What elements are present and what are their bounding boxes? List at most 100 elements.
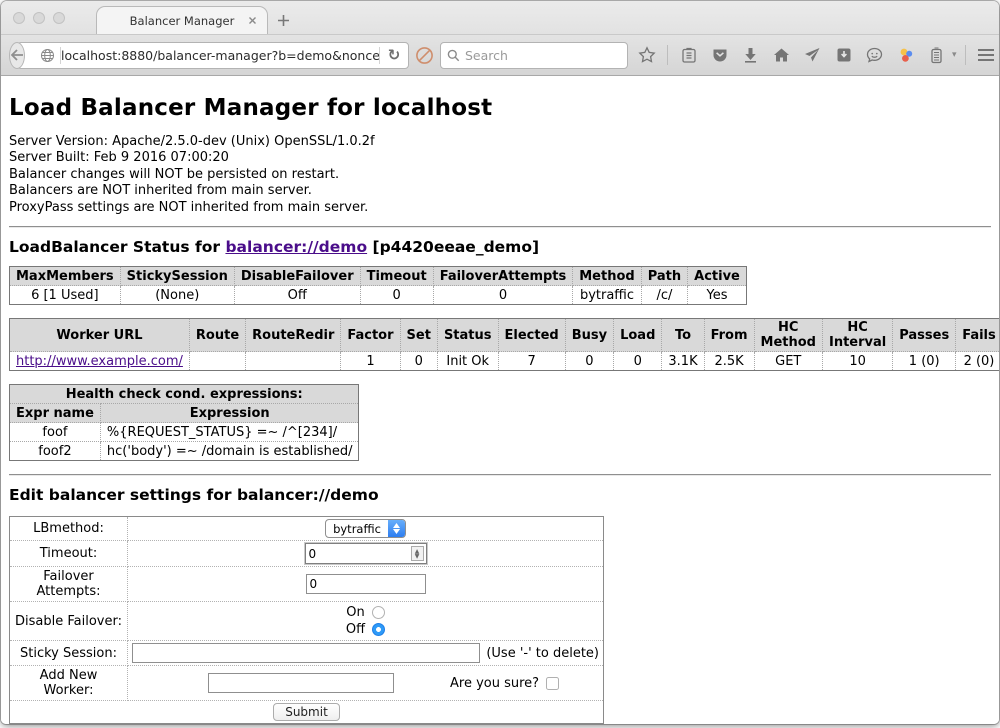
- cell-hc-interval: 10: [822, 352, 892, 371]
- col-method: Method: [573, 267, 641, 286]
- add-worker-row: Add New Worker: Are you sure?: [10, 666, 604, 701]
- dropdown-caret-icon[interactable]: ▾: [952, 50, 957, 60]
- new-tab-button[interactable]: [268, 7, 298, 33]
- cell-path: /c/: [641, 286, 687, 305]
- worker-table: Worker URL Route RouteRedir Factor Set S…: [9, 318, 999, 371]
- panel-download-icon[interactable]: [831, 43, 856, 68]
- divider: [9, 474, 991, 476]
- submit-row: Submit: [10, 701, 604, 724]
- back-button[interactable]: [9, 42, 25, 69]
- sticky-session-note: (Use '-' to delete): [486, 646, 599, 661]
- col-fails: Fails: [956, 319, 999, 352]
- cell-expression: hc('body') =~ /domain is established/: [100, 442, 359, 461]
- close-window-button[interactable]: [13, 12, 25, 24]
- globe-icon[interactable]: [34, 48, 60, 63]
- radio-on-label: On: [346, 605, 364, 620]
- edit-settings-heading: Edit balancer settings for balancer://de…: [9, 486, 991, 504]
- reading-list-icon[interactable]: [676, 43, 701, 68]
- tab-balancer-manager[interactable]: Balancer Manager: [96, 6, 268, 34]
- worker-url-link[interactable]: http://www.example.com/: [16, 354, 183, 369]
- cell-load: 0: [614, 352, 662, 371]
- sticky-session-input[interactable]: [132, 643, 480, 663]
- health-row: foof %{REQUEST_STATUS} =~ /^[234]/: [10, 423, 359, 442]
- balancer-settings-table: MaxMembers StickySession DisableFailover…: [9, 266, 747, 305]
- cell-busy: 0: [565, 352, 613, 371]
- search-icon: [447, 49, 460, 62]
- failover-attempts-input[interactable]: [306, 574, 426, 594]
- cell-active: Yes: [688, 286, 747, 305]
- col-timeout: Timeout: [360, 267, 433, 286]
- number-spinner-icon[interactable]: ▲▼: [411, 546, 424, 561]
- col-status: Status: [437, 319, 498, 352]
- table-header-row: Worker URL Route RouteRedir Factor Set S…: [10, 319, 1000, 352]
- zoom-window-button[interactable]: [53, 12, 65, 24]
- cell-expr-name: foof2: [10, 442, 101, 461]
- submit-button[interactable]: Submit: [273, 703, 340, 721]
- device-battery-icon[interactable]: [924, 43, 949, 68]
- cell-to: 3.1K: [662, 352, 704, 371]
- search-input[interactable]: [465, 48, 621, 63]
- minimize-window-button[interactable]: [33, 12, 45, 24]
- col-load: Load: [614, 319, 662, 352]
- cell-stickysession: (None): [120, 286, 234, 305]
- table-row: 6 [1 Used] (None) Off 0 0 bytraffic /c/ …: [10, 286, 747, 305]
- disable-failover-off-radio[interactable]: [372, 623, 385, 636]
- cell-status: Init Ok: [437, 352, 498, 371]
- search-bar[interactable]: [440, 42, 628, 69]
- lbmethod-select[interactable]: bytraffic: [325, 519, 406, 538]
- address-input[interactable]: [61, 48, 379, 63]
- sticky-session-label: Sticky Session:: [10, 641, 128, 666]
- extension-dots-icon[interactable]: [893, 43, 918, 68]
- col-route: Route: [189, 319, 245, 352]
- cell-route: [189, 352, 245, 371]
- col-stickysession: StickySession: [120, 267, 234, 286]
- reload-icon[interactable]: ↻: [380, 46, 408, 64]
- status-heading: LoadBalancer Status for balancer://demo …: [9, 238, 991, 256]
- cell-routeredir: [246, 352, 341, 371]
- col-to: To: [662, 319, 704, 352]
- col-maxmembers: MaxMembers: [10, 267, 121, 286]
- server-version-line: Server Version: Apache/2.5.0-dev (Unix) …: [9, 134, 991, 150]
- failover-attempts-label: Failover Attempts:: [10, 567, 128, 602]
- col-active: Active: [688, 267, 747, 286]
- cell-disablefailover: Off: [234, 286, 360, 305]
- health-check-table: Health check cond. expressions: Expr nam…: [9, 384, 359, 461]
- are-you-sure-checkbox[interactable]: [546, 677, 559, 690]
- worker-row: http://www.example.com/ 1 0 Init Ok 7 0 …: [10, 352, 1000, 371]
- window-controls: [13, 12, 65, 24]
- cell-set: 0: [400, 352, 437, 371]
- persist-note-line: Balancer changes will NOT be persisted o…: [9, 167, 991, 183]
- cell-failoverattempts: 0: [433, 286, 573, 305]
- lbmethod-row: LBmethod: bytraffic: [10, 517, 604, 541]
- url-bar[interactable]: ↻: [17, 42, 409, 69]
- server-built-line: Server Built: Feb 9 2016 07:00:20: [9, 150, 991, 166]
- feedback-smiley-icon[interactable]: [862, 43, 887, 68]
- cell-hc-method: GET: [754, 352, 822, 371]
- cell-method: bytraffic: [573, 286, 641, 305]
- balancer-demo-link[interactable]: balancer://demo: [225, 238, 367, 256]
- radio-off-label: Off: [346, 622, 365, 637]
- blocked-content-icon[interactable]: [415, 43, 434, 67]
- downloads-icon[interactable]: [738, 43, 763, 68]
- page-content: Load Balancer Manager for localhost Serv…: [1, 76, 999, 724]
- pocket-icon[interactable]: [707, 43, 732, 68]
- proxypass-note-line: ProxyPass settings are NOT inherited fro…: [9, 200, 991, 216]
- col-routeredir: RouteRedir: [246, 319, 341, 352]
- cell-expr-name: foof: [10, 423, 101, 442]
- add-worker-label: Add New Worker:: [10, 666, 128, 701]
- cell-fails: 2 (0): [956, 352, 999, 371]
- status-heading-suffix: [p4420eeae_demo]: [373, 238, 540, 256]
- home-icon[interactable]: [769, 43, 794, 68]
- disable-failover-on-radio[interactable]: [372, 606, 385, 619]
- col-passes: Passes: [893, 319, 956, 352]
- send-tab-icon[interactable]: [800, 43, 825, 68]
- timeout-row: Timeout: ▲▼: [10, 541, 604, 567]
- timeout-input-wrap: ▲▼: [305, 543, 427, 564]
- menu-hamburger-icon[interactable]: [974, 43, 999, 68]
- cell-passes: 1 (0): [893, 352, 956, 371]
- sticky-session-row: Sticky Session: (Use '-' to delete): [10, 641, 604, 666]
- close-tab-icon[interactable]: [246, 14, 259, 27]
- add-worker-input[interactable]: [208, 673, 394, 693]
- timeout-input[interactable]: [306, 547, 411, 561]
- bookmark-star-icon[interactable]: [634, 43, 659, 68]
